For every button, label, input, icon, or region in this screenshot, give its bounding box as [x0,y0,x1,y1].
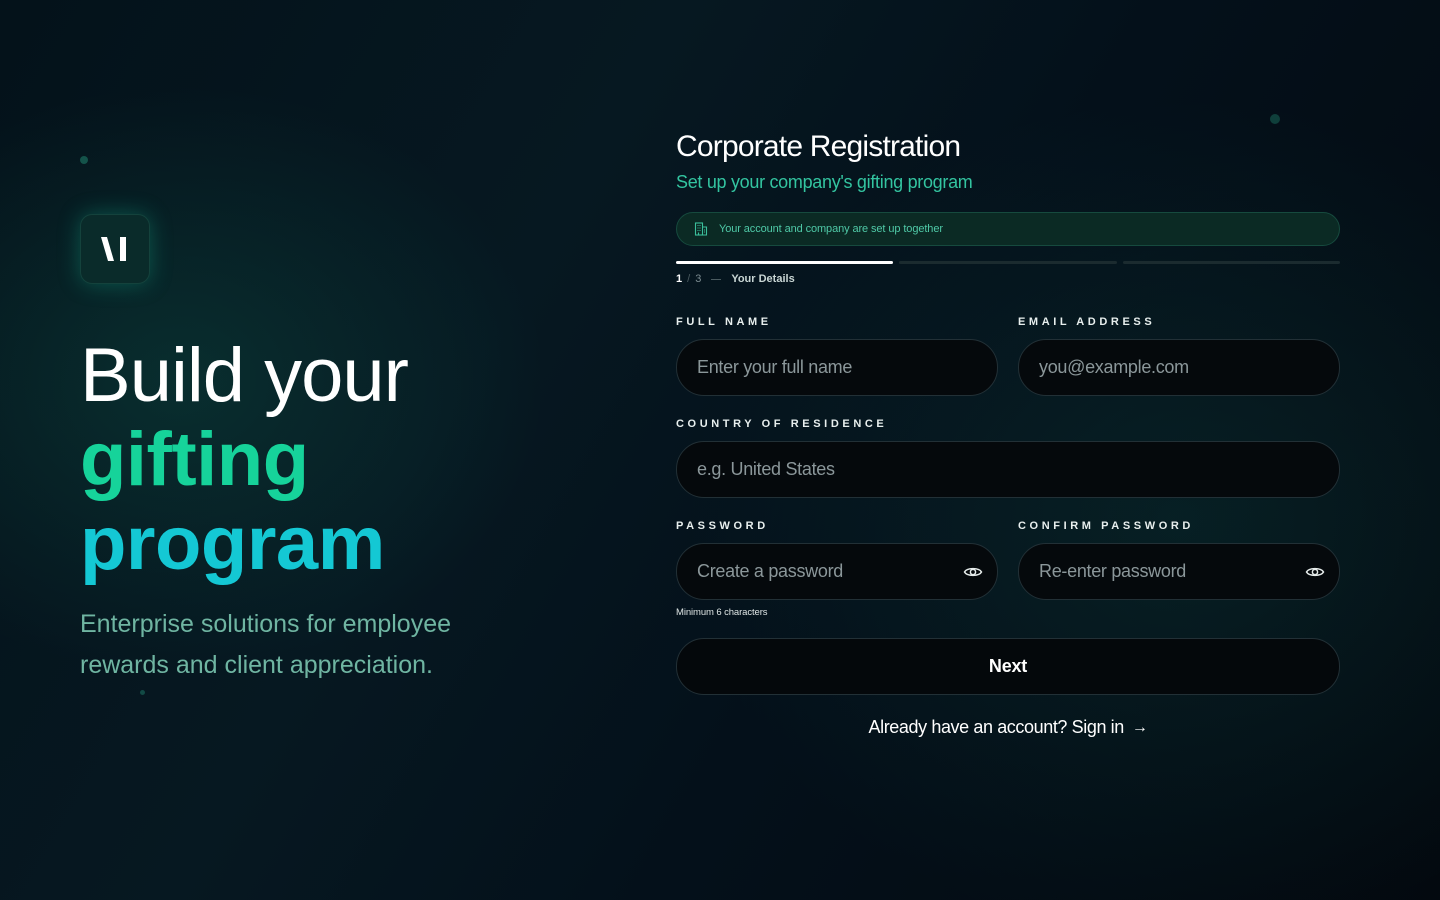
step-separator: / [687,273,691,285]
password-placeholder: Create a password [697,561,843,581]
step-bar-2 [899,261,1117,264]
email-input[interactable]: you@example.com [1018,339,1340,396]
step-total: 3 [695,273,702,285]
sign-in-label: Already have an account? Sign in [868,717,1125,737]
confirm-password-placeholder: Re-enter password [1039,561,1186,581]
full-name-placeholder: Enter your full name [697,357,853,377]
next-button[interactable]: Next [676,638,1340,695]
info-banner: Your account and company are set up toge… [676,212,1340,246]
eye-icon[interactable] [1305,562,1325,582]
step-current: 1 [676,273,683,285]
form-title: Corporate Registration [676,130,961,163]
decorative-dot [140,690,145,695]
password-input[interactable]: Create a password [676,543,998,600]
step-progress [676,261,1340,264]
step-indicator: 1 / 3 Your Details [676,273,1340,285]
step-label: Your Details [731,273,795,285]
country-placeholder: e.g. United States [697,459,835,479]
full-name-input[interactable]: Enter your full name [676,339,998,396]
confirm-password-field: CONFIRM PASSWORD Re-enter password [1018,519,1340,618]
password-hint: Minimum 6 characters [676,607,768,618]
hero-line-3: program [80,501,385,586]
full-name-field: FULL NAME Enter your full name [676,315,998,396]
email-field: EMAIL ADDRESS you@example.com [1018,315,1340,396]
decorative-dot [1270,114,1280,124]
password-label: PASSWORD [676,520,769,532]
email-label: EMAIL ADDRESS [1018,316,1156,328]
full-name-label: FULL NAME [676,316,772,328]
hero-line-2: gifting [80,417,309,502]
brand-logo [80,214,150,284]
brand-logo-icon [101,237,126,261]
confirm-password-input[interactable]: Re-enter password [1018,543,1340,600]
country-input[interactable]: e.g. United States [676,441,1340,498]
decorative-dot [80,156,88,164]
country-field: COUNTRY OF RESIDENCE e.g. United States [676,417,1340,498]
eye-icon[interactable] [963,562,983,582]
password-field: PASSWORD Create a password Minimum 6 cha… [676,519,998,618]
form-subtitle: Set up your company's gifting program [676,172,973,192]
hero-heading: Build your gifting program [80,333,409,586]
email-placeholder: you@example.com [1039,357,1189,377]
sign-in-link[interactable]: Already have an account? Sign in → [676,717,1340,738]
building-icon [693,221,709,237]
banner-text: Your account and company are set up toge… [719,223,943,235]
country-label: COUNTRY OF RESIDENCE [676,418,888,430]
registration-form: Corporate Registration Set up your compa… [676,128,1340,738]
hero-line-1: Build your [80,333,409,418]
hero-subtitle: Enterprise solutions for employee reward… [80,610,452,679]
confirm-password-label: CONFIRM PASSWORD [1018,520,1194,532]
step-bar-3 [1122,261,1340,264]
step-bar-1 [676,261,894,264]
step-divider [711,278,722,280]
arrow-right-icon: → [1131,718,1148,736]
